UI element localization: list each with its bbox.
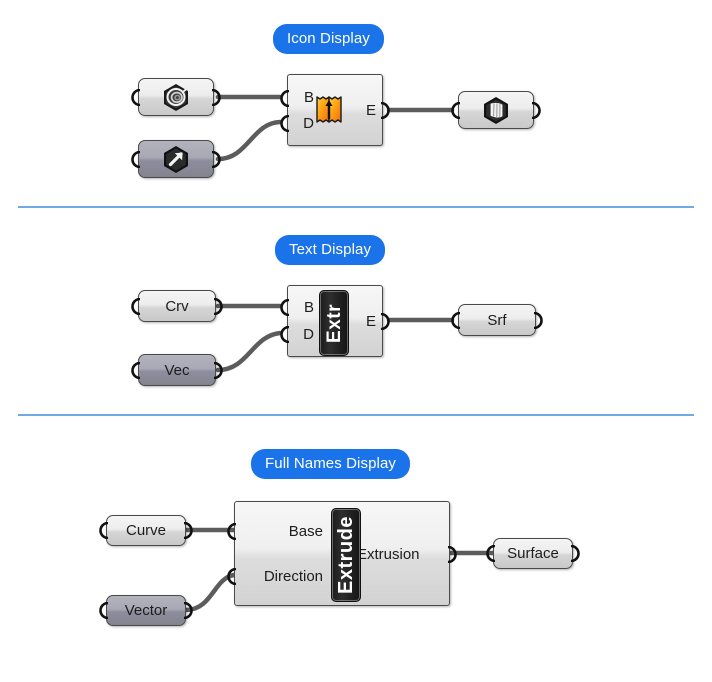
extrude-icon bbox=[316, 96, 342, 123]
port-label-extrusion: E bbox=[365, 102, 376, 119]
component-nameplate: Extr bbox=[319, 290, 349, 356]
section-label-full-names-display: Full Names Display bbox=[251, 449, 410, 479]
input-port-base[interactable] bbox=[280, 90, 291, 107]
port-label-base: B bbox=[303, 89, 314, 106]
input-port-direction[interactable] bbox=[227, 568, 238, 585]
section-label-text-display: Text Display bbox=[275, 235, 386, 265]
output-port-extrusion[interactable] bbox=[379, 102, 390, 119]
output-grip[interactable] bbox=[530, 101, 541, 119]
output-grip[interactable] bbox=[210, 88, 221, 106]
output-grip[interactable] bbox=[532, 311, 543, 329]
input-port-base[interactable] bbox=[280, 299, 291, 316]
input-grip[interactable] bbox=[131, 361, 142, 379]
section-label-icon-display: Icon Display bbox=[273, 24, 384, 54]
input-grip[interactable] bbox=[99, 602, 110, 619]
component-name-text: Extr bbox=[323, 303, 345, 343]
output-port-extrusion[interactable] bbox=[379, 313, 390, 330]
output-grip[interactable] bbox=[182, 602, 193, 619]
param-surface[interactable]: Surface bbox=[486, 538, 580, 569]
param-vector-icon[interactable] bbox=[131, 140, 221, 178]
component-nameplate: Extrude bbox=[331, 508, 361, 602]
param-vec[interactable]: Vec bbox=[131, 354, 223, 386]
section-divider-1 bbox=[18, 206, 694, 208]
input-grip[interactable] bbox=[451, 311, 462, 329]
input-port-base[interactable] bbox=[227, 523, 238, 540]
input-port-direction[interactable] bbox=[280, 326, 291, 343]
param-crv[interactable]: Crv bbox=[131, 290, 223, 322]
input-grip[interactable] bbox=[451, 101, 462, 119]
port-label-base: B bbox=[303, 299, 314, 316]
input-grip[interactable] bbox=[131, 297, 142, 315]
param-vector[interactable]: Vector bbox=[99, 595, 193, 626]
output-grip[interactable] bbox=[182, 522, 193, 539]
port-label-base: Base bbox=[288, 523, 323, 540]
param-label-vec: Vec bbox=[164, 361, 190, 379]
surface-icon bbox=[484, 97, 508, 124]
grasshopper-display-modes-diagram: Icon Display B D E Text Display Crv Vec … bbox=[0, 0, 712, 682]
param-surface-icon[interactable] bbox=[451, 91, 541, 129]
port-label-extrusion: E bbox=[365, 313, 376, 330]
port-label-direction: Direction bbox=[263, 568, 323, 585]
param-curve[interactable]: Curve bbox=[99, 515, 193, 546]
component-extrude-icon[interactable]: B D E bbox=[280, 74, 390, 146]
component-extrude-text[interactable]: B D E Extr bbox=[280, 285, 390, 357]
output-grip[interactable] bbox=[569, 545, 580, 562]
port-label-direction: D bbox=[303, 326, 314, 343]
param-label-surface: Surface bbox=[507, 545, 559, 562]
param-curve-icon[interactable] bbox=[131, 78, 221, 116]
input-port-direction[interactable] bbox=[280, 115, 291, 132]
output-grip[interactable] bbox=[210, 150, 221, 168]
port-label-extrusion: Extrusion bbox=[357, 546, 420, 563]
input-grip[interactable] bbox=[99, 522, 110, 539]
input-grip[interactable] bbox=[131, 150, 142, 168]
input-grip[interactable] bbox=[131, 88, 142, 106]
vector-icon bbox=[164, 146, 188, 173]
section-divider-2 bbox=[18, 414, 694, 416]
output-grip[interactable] bbox=[212, 361, 223, 379]
component-name-text: Extrude bbox=[335, 516, 357, 594]
port-label-direction: D bbox=[303, 115, 314, 132]
curve-icon bbox=[164, 84, 190, 111]
input-grip[interactable] bbox=[486, 545, 497, 562]
param-label-curve: Curve bbox=[125, 522, 166, 539]
output-port-extrusion[interactable] bbox=[446, 546, 457, 563]
param-label-vector: Vector bbox=[124, 602, 168, 619]
output-grip[interactable] bbox=[212, 297, 223, 315]
component-extrude-full[interactable]: Base Direction Extrusion Extrude bbox=[227, 501, 457, 606]
param-label-crv: Crv bbox=[165, 297, 189, 315]
param-label-srf: Srf bbox=[487, 311, 507, 329]
param-srf[interactable]: Srf bbox=[451, 304, 543, 336]
